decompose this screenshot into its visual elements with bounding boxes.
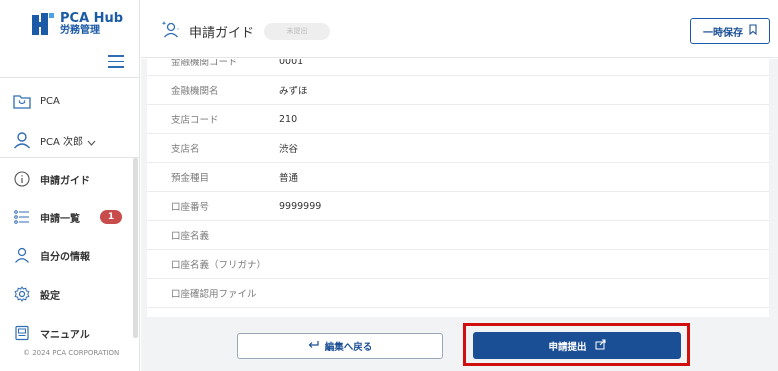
row-value: 渋谷	[279, 144, 299, 155]
gear-icon	[12, 284, 32, 304]
user-menu[interactable]: PCA 次郎	[12, 128, 96, 152]
confirmation-card[interactable]: 金融機関コード 0001 金融機関名 みずほ 支店コード 210 支店名 渋谷 預金種目…	[147, 59, 769, 317]
sidebar-item-profile[interactable]: 自分の情報	[12, 243, 90, 267]
row-label: 口座名義	[171, 231, 210, 242]
chevron-down-icon	[87, 131, 96, 150]
company-selector[interactable]: PCA	[12, 89, 60, 113]
logo-title: PCA Hub	[60, 11, 124, 26]
sidebar-divider	[0, 157, 140, 158]
row-label: 預金種目	[171, 173, 210, 184]
form-row: 金融機関名 みずほ	[147, 76, 769, 105]
list-icon	[12, 207, 32, 227]
page-title: 申請ガイド	[189, 25, 255, 41]
menu-toggle-icon[interactable]	[108, 55, 124, 68]
row-value: 210	[279, 113, 298, 125]
sidebar-item-label: 自分の情報	[40, 251, 90, 263]
form-row: 金融機関コード 0001	[147, 59, 769, 76]
row-value: 9999999	[279, 200, 322, 212]
status-badge: 未提出	[264, 22, 331, 40]
row-label: 支店コード	[171, 115, 219, 126]
logo-mark-icon	[32, 13, 54, 36]
form-row: 預金種目 普通	[147, 163, 769, 192]
row-label: 口座確認用ファイル	[171, 289, 257, 300]
sidebar-item-settings[interactable]: 設定	[12, 282, 60, 306]
user-icon	[12, 130, 32, 150]
save-draft-button[interactable]: 一時保存	[690, 18, 770, 44]
save-draft-label: 一時保存	[703, 27, 743, 39]
row-label: 金融機関名	[171, 86, 219, 97]
folder-icon	[12, 91, 32, 111]
row-label: 口座名義（フリガナ）	[171, 260, 267, 271]
sidebar-item-label: マニュアル	[40, 329, 90, 341]
submit-application-button[interactable]: 申請提出	[473, 332, 681, 359]
sidebar-item-label: 申請一覧	[40, 213, 80, 225]
row-label: 支店名	[171, 144, 200, 155]
sidebar-item-label: 申請ガイド	[40, 175, 90, 187]
form-row: 支店コード 210	[147, 105, 769, 134]
guide-sparkle-user-icon	[161, 20, 181, 42]
person-icon	[12, 245, 32, 265]
form-row: 口座番号 9999999	[147, 192, 769, 221]
back-to-edit-label: 編集へ戻る	[324, 342, 373, 353]
bookmark-icon	[749, 24, 757, 38]
sidebar-item-guide[interactable]: 申請ガイド	[12, 167, 90, 191]
sidebar-item-manual[interactable]: マニュアル	[12, 321, 90, 345]
return-arrow-icon	[308, 340, 319, 352]
submit-icon	[595, 339, 606, 353]
back-to-edit-button[interactable]: 編集へ戻る	[237, 333, 443, 359]
sidebar-item-label: 設定	[40, 290, 60, 302]
copyright-text: © 2024 PCA CORPORATION	[23, 349, 120, 357]
form-row: 口座名義	[147, 221, 769, 250]
form-row: 口座名義（フリガナ）	[147, 250, 769, 279]
row-value: 普通	[279, 173, 299, 184]
page-header: 申請ガイド 未提出 一時保存	[141, 0, 778, 58]
app-logo[interactable]: PCA Hub 労務管理	[32, 12, 123, 36]
pending-count-badge: 1	[100, 210, 122, 224]
form-rows: 金融機関コード 0001 金融機関名 みずほ 支店コード 210 支店名 渋谷 預金種目…	[147, 59, 769, 308]
row-value: みずほ	[279, 86, 308, 97]
sidebar: PCA Hub 労務管理 PCA PCA 次郎 申請ガイド 申請一覧 1 自分の…	[0, 0, 140, 371]
logo-subtitle: 労務管理	[60, 24, 100, 36]
sidebar-item-list[interactable]: 申請一覧	[12, 205, 80, 229]
form-row: 口座確認用ファイル	[147, 279, 769, 308]
row-value: 0001	[279, 59, 304, 67]
company-label: PCA	[40, 95, 60, 107]
submit-label: 申請提出	[548, 341, 587, 353]
user-label: PCA 次郎	[40, 136, 84, 148]
sidebar-scrollbar[interactable]	[133, 158, 138, 338]
row-label: 口座番号	[171, 202, 210, 213]
info-icon	[12, 169, 32, 189]
book-icon	[12, 323, 32, 343]
sidebar-divider	[0, 77, 140, 78]
row-label: 金融機関コード	[171, 59, 238, 68]
form-row: 支店名 渋谷	[147, 134, 769, 163]
